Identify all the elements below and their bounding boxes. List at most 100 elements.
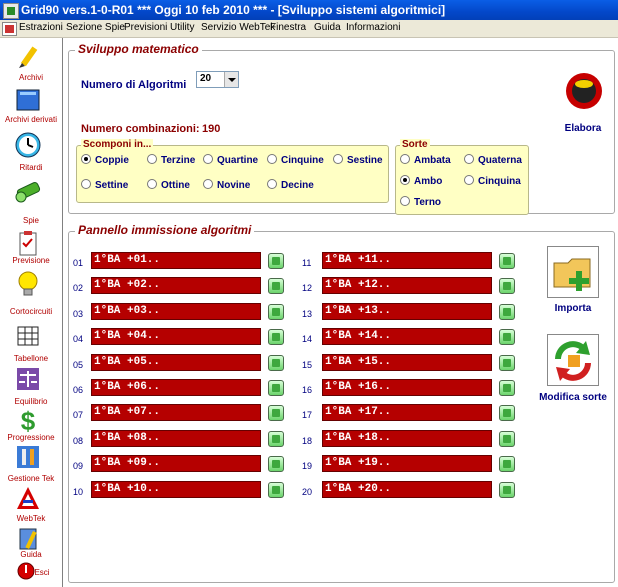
guide-icon xyxy=(19,528,37,550)
radio-ambata[interactable]: Ambata xyxy=(400,154,451,166)
radio-dot-icon xyxy=(267,154,277,164)
menu-sezione-spie[interactable]: Sezione Spie xyxy=(66,22,125,33)
edit-algorithm-icon[interactable] xyxy=(499,303,515,320)
algorithm-number: 07 xyxy=(73,410,84,421)
edit-algorithm-icon[interactable] xyxy=(499,278,515,295)
webtek-logo-icon xyxy=(17,487,39,509)
algorithm-input[interactable]: 1°BA +09.. xyxy=(91,455,261,473)
algorithm-input[interactable]: 1°BA +01.. xyxy=(91,252,261,269)
importa-button[interactable] xyxy=(547,246,599,298)
combinazioni-label: Numero combinazioni: xyxy=(81,123,200,135)
algorithm-input[interactable]: 1°BA +16.. xyxy=(322,379,492,396)
modifica-sorte-button[interactable] xyxy=(547,334,599,386)
elabora-button[interactable] xyxy=(564,71,604,111)
edit-algorithm-icon[interactable] xyxy=(268,354,284,371)
algorithm-input[interactable]: 1°BA +05.. xyxy=(91,353,261,371)
radio-novine[interactable]: Novine xyxy=(203,179,250,191)
edit-algorithm-icon[interactable] xyxy=(499,329,515,346)
num-algoritmi-select[interactable]: 20 xyxy=(196,71,239,88)
edit-algorithm-icon[interactable] xyxy=(268,430,284,447)
algorithm-input[interactable]: 1°BA +13.. xyxy=(322,302,492,320)
algorithm-input[interactable]: 1°BA +18.. xyxy=(322,429,492,447)
radio-dot-icon xyxy=(147,154,157,164)
edit-algorithm-icon[interactable] xyxy=(268,303,284,320)
radio-terzine[interactable]: Terzine xyxy=(147,154,195,166)
radio-sestine[interactable]: Sestine xyxy=(333,154,383,166)
radio-dot-icon xyxy=(81,154,91,164)
radio-coppie[interactable]: Coppie xyxy=(81,154,129,166)
radio-terno[interactable]: Terno xyxy=(400,196,441,208)
edit-algorithm-icon[interactable] xyxy=(268,405,284,422)
importa-label: Importa xyxy=(554,303,592,314)
algorithm-input[interactable]: 1°BA +15.. xyxy=(322,353,492,371)
edit-algorithm-icon[interactable] xyxy=(499,354,515,371)
menu-previsioni[interactable]: Previsioni xyxy=(124,22,167,33)
algorithm-input[interactable]: 1°BA +10.. xyxy=(91,480,261,498)
algorithm-input[interactable]: 1°BA +02.. xyxy=(91,277,261,295)
algorithm-number: 17 xyxy=(302,410,313,421)
algorithm-input[interactable]: 1°BA +11.. xyxy=(322,252,492,269)
algorithm-input[interactable]: 1°BA +03.. xyxy=(91,302,261,320)
algorithm-number: 11 xyxy=(302,258,312,268)
algorithm-number: 15 xyxy=(302,359,313,370)
radio-dot-icon xyxy=(400,196,410,206)
sorte-title: Sorte xyxy=(400,139,430,150)
menu-finestra[interactable]: Finestra xyxy=(270,22,306,33)
algorithm-input[interactable]: 1°BA +07.. xyxy=(91,404,261,422)
algorithm-number: 13 xyxy=(302,308,313,319)
radio-decine[interactable]: Decine xyxy=(267,179,314,191)
algorithm-number: 02 xyxy=(73,283,84,294)
edit-algorithm-icon[interactable] xyxy=(499,430,515,447)
algorithm-number: 14 xyxy=(302,334,313,345)
table-icon xyxy=(17,326,39,346)
radio-settine[interactable]: Settine xyxy=(81,179,128,191)
edit-algorithm-icon[interactable] xyxy=(499,253,515,269)
scomponi-group: Scomponi in... Coppie Terzine Quartine C… xyxy=(76,139,389,203)
menu-estrazioni[interactable]: Estrazioni xyxy=(19,22,63,33)
algorithm-input[interactable]: 1°BA +04.. xyxy=(91,328,261,346)
edit-algorithm-icon[interactable] xyxy=(268,278,284,295)
edit-algorithm-icon[interactable] xyxy=(268,329,284,346)
clipboard-icon xyxy=(19,231,37,256)
algorithm-number: 06 xyxy=(73,385,84,395)
edit-algorithm-icon[interactable] xyxy=(268,253,284,269)
edit-algorithm-icon[interactable] xyxy=(268,456,284,473)
title-bar: Grid90 vers.1-0-R01 *** Oggi 10 feb 2010… xyxy=(0,0,618,20)
radio-dot-icon xyxy=(147,179,157,189)
chevron-down-icon[interactable] xyxy=(224,72,238,87)
edit-algorithm-icon[interactable] xyxy=(268,380,284,396)
radio-ambo[interactable]: Ambo xyxy=(400,175,442,187)
edit-algorithm-icon[interactable] xyxy=(268,481,284,498)
edit-algorithm-icon[interactable] xyxy=(499,405,515,422)
menu-informazioni[interactable]: Informazioni xyxy=(346,22,400,33)
radio-quartine[interactable]: Quartine xyxy=(203,154,258,166)
lightbulb-icon xyxy=(18,271,38,296)
radio-cinquina[interactable]: Cinquina xyxy=(464,175,521,187)
algorithm-input[interactable]: 1°BA +17.. xyxy=(322,404,492,422)
window-title: Grid90 vers.1-0-R01 *** Oggi 10 feb 2010… xyxy=(21,3,446,17)
scale-icon xyxy=(17,368,39,390)
algorithm-input[interactable]: 1°BA +12.. xyxy=(322,277,492,295)
algorithm-input[interactable]: 1°BA +20.. xyxy=(322,480,492,498)
book-icon xyxy=(16,89,40,111)
edit-algorithm-icon[interactable] xyxy=(499,380,515,396)
radio-dot-icon xyxy=(267,179,277,189)
elabora-label: Elabora xyxy=(564,123,602,134)
menu-servizio-webtek[interactable]: Servizio WebTek xyxy=(201,22,275,33)
radio-quaterna[interactable]: Quaterna xyxy=(464,154,522,166)
pannello-group: Pannello immissione algoritmi 01 1°BA +01… xyxy=(68,223,615,583)
algorithm-input[interactable]: 1°BA +19.. xyxy=(322,455,492,473)
algorithm-input[interactable]: 1°BA +14.. xyxy=(322,328,492,346)
radio-ottine[interactable]: Ottine xyxy=(147,179,190,191)
algorithm-input[interactable]: 1°BA +06.. xyxy=(91,379,261,396)
radio-cinquine[interactable]: Cinquine xyxy=(267,154,324,166)
edit-algorithm-icon[interactable] xyxy=(499,481,515,498)
algorithm-number: 12 xyxy=(302,283,313,294)
edit-algorithm-icon[interactable] xyxy=(499,456,515,473)
refresh-icon xyxy=(555,341,591,381)
mdi-child-icon[interactable] xyxy=(2,22,17,36)
algorithm-input[interactable]: 1°BA +08.. xyxy=(91,429,261,447)
menu-guida[interactable]: Guida xyxy=(314,22,341,33)
menu-utility[interactable]: Utility xyxy=(170,22,194,33)
algorithm-number: 20 xyxy=(302,486,313,497)
